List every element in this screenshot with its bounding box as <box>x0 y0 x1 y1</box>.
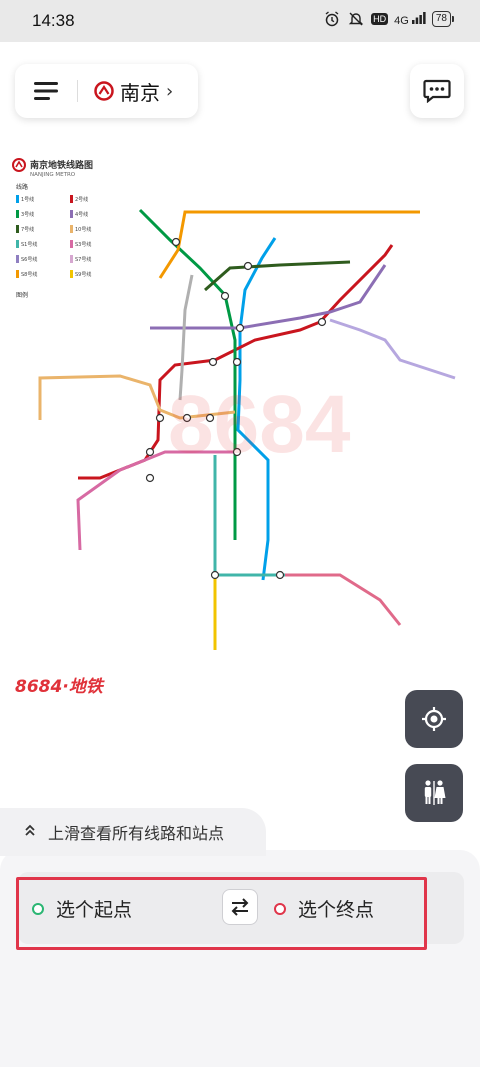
legend-swatch <box>16 240 19 248</box>
locate-button[interactable] <box>405 690 463 748</box>
network-type: 4G <box>394 14 409 27</box>
transfer-station <box>210 570 220 580</box>
start-point-label: 选个起点 <box>56 899 133 921</box>
transfer-station <box>145 473 155 483</box>
swap-button[interactable] <box>222 889 258 925</box>
legend-heading-2: 图例 <box>16 292 29 299</box>
transfer-station <box>275 570 285 580</box>
legend-heading: 线路 <box>16 184 29 191</box>
legend-item: 10号线 <box>70 225 124 233</box>
end-dot-icon <box>274 902 286 915</box>
status-time: 14:38 <box>32 11 75 30</box>
legend-item: S3号线 <box>70 240 124 248</box>
legend-label: S3号线 <box>75 241 92 248</box>
city-logo-icon <box>94 81 114 101</box>
legend-swatch <box>70 240 73 248</box>
legend-swatch <box>16 210 19 218</box>
legend-label: 10号线 <box>75 226 92 233</box>
transfer-station <box>171 237 181 247</box>
map-legend: 线路 1号线 2号线 3号线 4号线 7号线 10号线 S1号线 S3号线 S6号线 S7号线 S8… <box>16 182 124 299</box>
legend-swatch <box>16 255 19 263</box>
line-s6 <box>329 318 456 380</box>
transfer-station <box>317 317 327 327</box>
menu-button[interactable] <box>15 64 77 118</box>
swap-icon <box>231 898 249 916</box>
legend-swatch <box>16 225 19 233</box>
legend-item: S9号线 <box>70 270 124 278</box>
legend-item: S7号线 <box>70 255 124 263</box>
legend-label: S7号线 <box>75 256 92 263</box>
legend-item: S6号线 <box>16 255 70 263</box>
message-icon <box>423 79 451 103</box>
legend-swatch <box>16 195 19 203</box>
transfer-station <box>220 291 230 301</box>
status-icons: HD 4G 78 <box>323 10 454 28</box>
battery-level: 78 <box>431 11 451 27</box>
legend-label: S1号线 <box>21 241 38 248</box>
map-title-en: NANJING METRO <box>30 172 76 178</box>
legend-label: 7号线 <box>21 226 35 233</box>
legend-label: S9号线 <box>75 271 92 278</box>
transfer-station <box>145 447 155 457</box>
legend-item: 4号线 <box>70 210 124 218</box>
line-s7 <box>285 573 402 626</box>
line-3 <box>138 208 237 540</box>
legend-swatch <box>70 210 73 218</box>
city-name: 南京 <box>120 80 160 105</box>
watermark: 8684 <box>168 379 351 470</box>
restroom-icon <box>424 780 446 805</box>
legend-item: 1号线 <box>16 195 70 203</box>
restroom-button[interactable] <box>405 764 463 822</box>
legend-item: S1号线 <box>16 240 70 248</box>
legend-label: 2号线 <box>75 196 89 203</box>
signal-4g-icon: 4G <box>394 11 426 27</box>
legend-swatch <box>70 225 73 233</box>
start-dot-icon <box>32 902 44 915</box>
menu-icon <box>34 82 58 100</box>
nanjing-metro-logo-icon <box>12 158 26 172</box>
legend-item: 7号线 <box>16 225 70 233</box>
chevron-up-double-icon <box>24 824 36 840</box>
brand-logo: 8684·地铁 <box>15 677 103 697</box>
legend-swatch <box>70 270 73 278</box>
map-title-zh: 南京地铁线路图 <box>30 161 94 171</box>
legend-item: 2号线 <box>70 195 124 203</box>
transfer-station <box>208 357 218 367</box>
line-s1 <box>213 455 285 577</box>
transfer-station <box>235 323 245 333</box>
end-point-field[interactable]: 选个终点 <box>274 895 374 922</box>
map-title: 南京地铁线路图 NANJING METRO <box>12 158 93 178</box>
city-selector[interactable]: 南京 › <box>78 64 173 118</box>
legend-label: 4号线 <box>75 211 89 218</box>
status-bar: 14:38 HD 4G 78 <box>0 0 480 42</box>
legend-label: 1号线 <box>21 196 35 203</box>
message-button[interactable] <box>410 64 464 118</box>
legend-label: S8号线 <box>21 271 38 278</box>
transfer-station <box>155 413 165 423</box>
start-point-field[interactable]: 选个起点 <box>32 895 132 922</box>
legend-label: S6号线 <box>21 256 38 263</box>
end-point-label: 选个终点 <box>298 899 375 921</box>
crosshair-icon <box>422 707 446 731</box>
expand-hint-text: 上滑查看所有线路和站点 <box>48 824 225 843</box>
alarm-icon <box>323 10 341 28</box>
top-card: 南京 › <box>15 64 198 118</box>
legend-swatch <box>16 270 19 278</box>
legend-grid: 1号线 2号线 3号线 4号线 7号线 10号线 S1号线 S3号线 S6号线 S7号线 S8号线 S… <box>16 195 124 278</box>
expand-lines-tab[interactable]: 上滑查看所有线路和站点 <box>0 808 266 856</box>
legend-swatch <box>70 255 73 263</box>
legend-item: 3号线 <box>16 210 70 218</box>
hd-icon: HD <box>371 13 389 25</box>
legend-item: S8号线 <box>16 270 70 278</box>
chevron-right-icon: › <box>166 80 174 102</box>
legend-label: 3号线 <box>21 211 35 218</box>
line-7 <box>204 260 351 292</box>
legend-swatch <box>70 195 73 203</box>
mute-icon <box>347 10 365 28</box>
transfer-station <box>243 261 253 271</box>
battery-icon: 78 <box>431 11 454 27</box>
transfer-station <box>232 357 242 367</box>
